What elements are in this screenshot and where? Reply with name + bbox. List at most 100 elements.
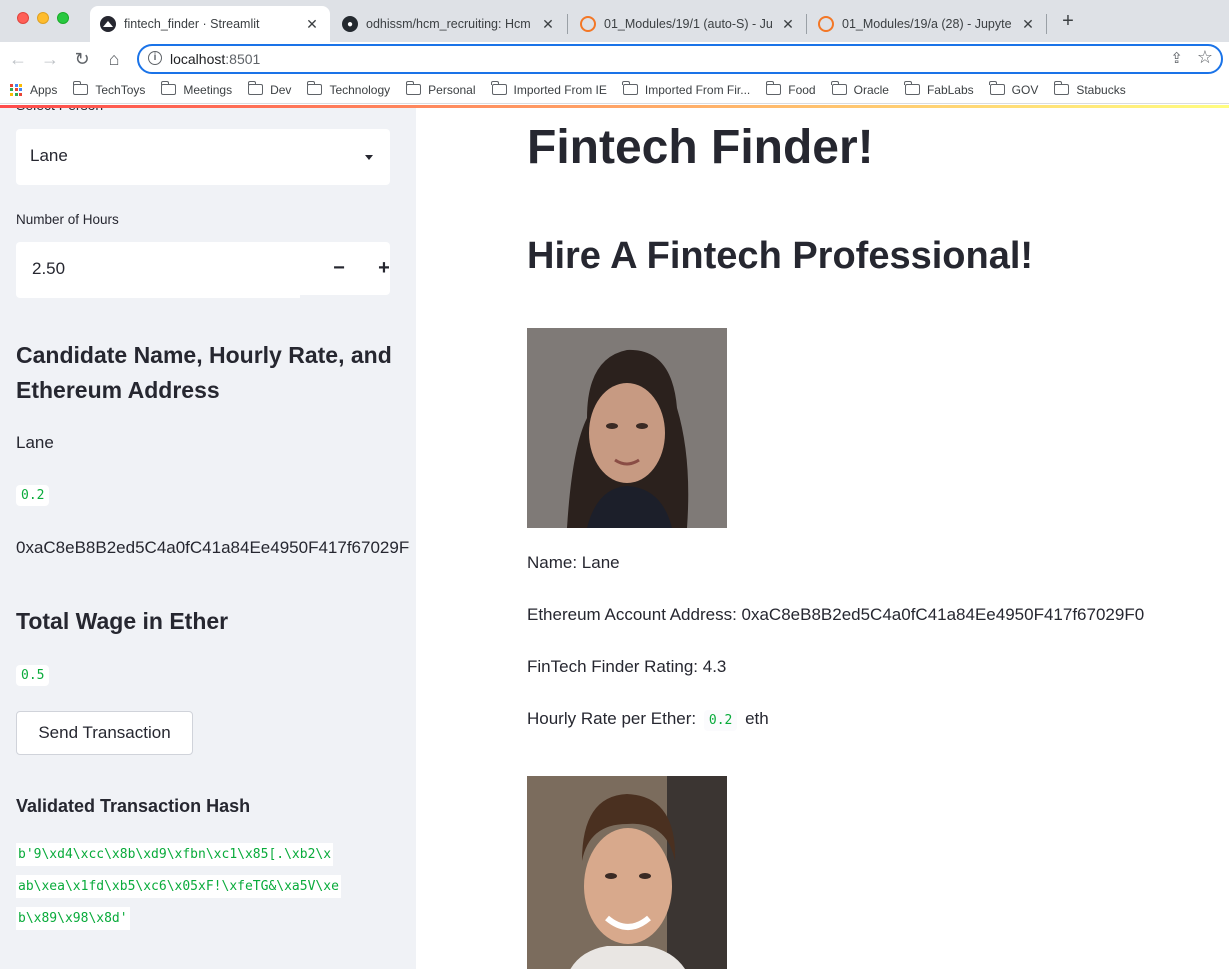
home-icon[interactable]: ⌂ bbox=[101, 46, 127, 72]
candidate-address-line: Ethereum Account Address: 0xaC8eB8B2ed5C… bbox=[527, 605, 1145, 624]
folder-icon bbox=[405, 81, 422, 95]
back-arrow-icon[interactable]: ← bbox=[5, 46, 31, 72]
candidate-heading: Candidate Name, Hourly Rate, and Ethereu… bbox=[16, 342, 392, 403]
wage-value: 0.5 bbox=[16, 665, 50, 686]
tab-github[interactable]: ● odhissm/hcm_recruiting: Hcm ✕ bbox=[332, 6, 566, 42]
bookmark-folder[interactable]: Meetings bbox=[160, 81, 233, 97]
forward-arrow-icon[interactable]: → bbox=[37, 46, 63, 72]
page-subtitle: Hire A Fintech Professional! bbox=[527, 235, 1034, 277]
hash-text: b'9\xd4\xcc\x8b\xd9\xfbn\xc1\x85[.\xb2\x bbox=[16, 843, 334, 866]
bookmark-folder[interactable]: TechToys bbox=[72, 81, 146, 97]
bookmark-label: TechToys bbox=[95, 82, 146, 97]
github-icon: ● bbox=[342, 16, 358, 32]
page-title: Fintech Finder! bbox=[527, 121, 874, 174]
folder-icon bbox=[831, 81, 847, 95]
candidate-address: 0xaC8eB8B2ed5C4a0fC41a84Ee4950F417f67029… bbox=[16, 538, 410, 557]
tab-jupyter-1[interactable]: 01_Modules/19/1 (auto-S) - Ju ✕ bbox=[570, 6, 806, 42]
decoration-bar bbox=[0, 105, 1229, 108]
candidate-photo bbox=[527, 776, 727, 969]
close-tab-icon[interactable]: ✕ bbox=[304, 16, 320, 33]
bookmark-folder[interactable]: Oracle bbox=[831, 81, 889, 97]
folder-icon bbox=[989, 81, 1005, 95]
bookmark-label: Stabucks bbox=[1076, 82, 1126, 97]
candidate-rate-line: Hourly Rate per Ether: 0.2 eth bbox=[527, 709, 769, 731]
rate-suffix: eth bbox=[745, 709, 769, 728]
bookmark-label: Personal bbox=[428, 82, 476, 97]
rate-value: 0.2 bbox=[703, 710, 738, 731]
close-window-button[interactable] bbox=[17, 12, 29, 24]
apps-grid-icon bbox=[10, 83, 22, 96]
send-transaction-button[interactable]: Send Transaction bbox=[16, 711, 193, 755]
select-value: Lane bbox=[30, 146, 68, 165]
bookmark-label: Meetings bbox=[183, 82, 233, 97]
reload-icon[interactable]: ↻ bbox=[69, 46, 95, 72]
person-select[interactable]: Lane bbox=[16, 129, 390, 185]
folder-icon bbox=[491, 81, 507, 95]
hours-number-input: 2.50 − + bbox=[16, 242, 390, 298]
bookmark-label: Technology bbox=[329, 82, 391, 97]
increment-button[interactable]: + bbox=[369, 256, 399, 280]
close-tab-icon[interactable]: ✕ bbox=[1020, 16, 1036, 33]
tab-separator bbox=[1046, 14, 1047, 34]
bookmark-label: Apps bbox=[30, 82, 58, 97]
url-text: localhost:8501 bbox=[170, 51, 260, 67]
hash-heading: Validated Transaction Hash bbox=[16, 796, 251, 816]
bookmark-folder[interactable]: GOV bbox=[989, 81, 1039, 97]
tab-title: fintech_finder · Streamlit bbox=[124, 17, 260, 31]
hours-label: Number of Hours bbox=[16, 212, 119, 227]
folder-icon bbox=[160, 81, 177, 95]
minimize-window-button[interactable] bbox=[37, 12, 49, 24]
tab-jupyter-2[interactable]: 01_Modules/19/a (28) - Jupyte ✕ bbox=[808, 6, 1046, 42]
hash-line: ab\xea\x1fd\xb5\xc6\x05xF!\xfeTG&\xa5V\x… bbox=[16, 871, 390, 903]
candidate-name-line: Name: Lane bbox=[527, 553, 620, 572]
hash-text: ab\xea\x1fd\xb5\xc6\x05xF!\xfeTG&\xa5V\x… bbox=[16, 875, 341, 898]
bookmark-folder[interactable]: FabLabs bbox=[904, 81, 974, 97]
maximize-window-button[interactable] bbox=[57, 12, 69, 24]
hash-line: b'9\xd4\xcc\x8b\xd9\xfbn\xc1\x85[.\xb2\x bbox=[16, 839, 390, 871]
hours-input-field[interactable]: 2.50 bbox=[16, 242, 300, 298]
info-icon[interactable]: i bbox=[148, 51, 162, 65]
streamlit-icon bbox=[100, 16, 116, 32]
bookmark-star-icon[interactable]: ☆ bbox=[1197, 47, 1213, 68]
folder-icon bbox=[247, 81, 264, 95]
bookmark-folder[interactable]: Imported From Fir... bbox=[622, 81, 750, 97]
chevron-down-icon bbox=[365, 155, 373, 160]
tab-separator bbox=[567, 14, 568, 34]
candidate-rating-line: FinTech Finder Rating: 4.3 bbox=[527, 657, 727, 676]
wage-heading: Total Wage in Ether bbox=[16, 608, 229, 634]
folder-icon bbox=[72, 81, 89, 95]
new-tab-button[interactable]: + bbox=[1058, 10, 1078, 32]
bookmark-label: GOV bbox=[1011, 82, 1039, 97]
close-tab-icon[interactable]: ✕ bbox=[780, 16, 796, 33]
decrement-button[interactable]: − bbox=[324, 256, 354, 280]
browser-tab-bar: fintech_finder · Streamlit ✕ ● odhissm/h… bbox=[0, 0, 1229, 42]
address-bar[interactable]: i localhost:8501 ⇪ ☆ bbox=[137, 44, 1223, 74]
candidate-name: Lane bbox=[16, 433, 54, 452]
tab-title: 01_Modules/19/1 (auto-S) - Ju bbox=[604, 17, 773, 31]
bookmark-folder[interactable]: Dev bbox=[247, 81, 291, 97]
tab-fintech-finder[interactable]: fintech_finder · Streamlit ✕ bbox=[90, 6, 330, 42]
bookmark-apps[interactable]: Apps bbox=[10, 83, 57, 97]
folder-icon bbox=[306, 81, 323, 95]
bookmark-folder[interactable]: Imported From IE bbox=[491, 81, 607, 97]
tab-title: 01_Modules/19/a (28) - Jupyte bbox=[842, 17, 1012, 31]
hours-value: 2.50 bbox=[32, 259, 66, 278]
folder-icon bbox=[622, 81, 638, 95]
close-tab-icon[interactable]: ✕ bbox=[540, 16, 556, 33]
hash-text: b\x89\x98\x8d' bbox=[16, 907, 130, 930]
bookmark-label: Food bbox=[788, 82, 816, 97]
jupyter-icon bbox=[580, 16, 596, 32]
folder-icon bbox=[765, 81, 782, 95]
bookmark-folder[interactable]: Stabucks bbox=[1053, 81, 1126, 97]
main-content: Fintech Finder! Hire A Fintech Professio… bbox=[416, 105, 1229, 969]
bookmark-folder[interactable]: Food bbox=[765, 81, 816, 97]
url-host: localhost bbox=[170, 51, 226, 67]
hash-line: b\x89\x98\x8d' bbox=[16, 903, 390, 935]
tab-separator bbox=[806, 14, 807, 34]
share-icon[interactable]: ⇪ bbox=[1170, 49, 1183, 67]
bookmark-folder[interactable]: Personal bbox=[405, 81, 476, 97]
rate-prefix: Hourly Rate per Ether: bbox=[527, 709, 697, 728]
bookmark-folder[interactable]: Technology bbox=[306, 81, 391, 97]
candidate-photo bbox=[527, 328, 727, 528]
browser-toolbar: ← → ↻ ⌂ i localhost:8501 ⇪ ☆ bbox=[0, 42, 1229, 76]
